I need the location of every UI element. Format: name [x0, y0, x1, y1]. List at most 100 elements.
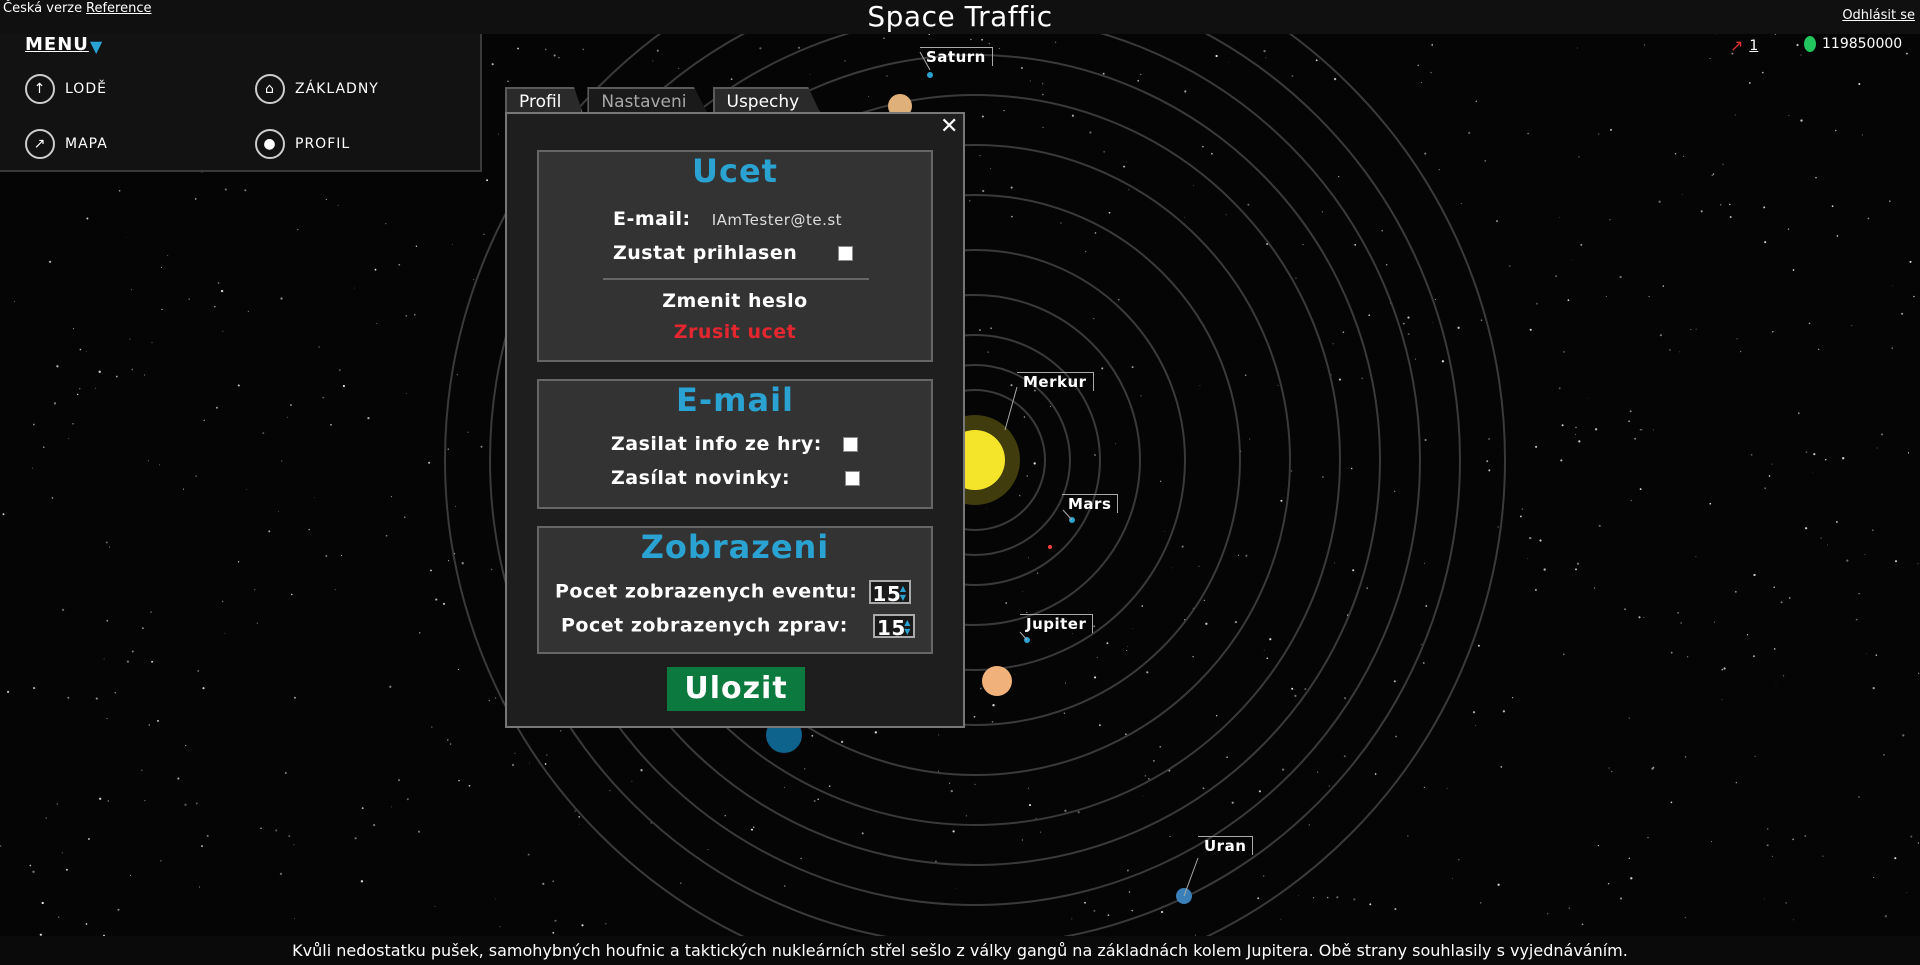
star: [844, 60, 846, 62]
stay-logged-checkbox[interactable]: [838, 246, 854, 261]
star: [1027, 787, 1029, 789]
star: [1558, 387, 1561, 390]
delete-account-link[interactable]: Zrusit ucet: [539, 321, 931, 343]
star: [1350, 467, 1353, 470]
messages-count-input[interactable]: 15 ▲ ▼: [872, 614, 915, 640]
change-password-link[interactable]: Zmenit heslo: [539, 290, 931, 312]
tab-nastaveni[interactable]: Nastaveni: [587, 87, 709, 115]
star: [1563, 653, 1565, 655]
planet-label-merkur[interactable]: Merkur: [1017, 372, 1094, 391]
star: [1782, 675, 1785, 677]
star: [1089, 131, 1092, 134]
star: [48, 260, 52, 263]
star: [1563, 351, 1565, 353]
star: [1495, 220, 1499, 223]
star: [1883, 754, 1885, 756]
star: [1010, 215, 1013, 218]
star: [1653, 429, 1654, 431]
star: [1598, 524, 1601, 528]
ship-marker: [927, 72, 933, 78]
star: [868, 95, 870, 97]
star: [1497, 883, 1500, 886]
star: [1683, 155, 1684, 157]
star: [188, 298, 190, 300]
planet-label-uran[interactable]: Uran: [1198, 836, 1254, 855]
star: [367, 416, 370, 420]
star: [222, 330, 224, 332]
star: [1684, 756, 1687, 758]
tab-profil[interactable]: Profil: [505, 87, 584, 115]
star: [457, 668, 459, 671]
star: [1889, 200, 1891, 202]
star: [291, 593, 293, 596]
reference-link[interactable]: Reference: [86, 1, 151, 16]
star: [468, 784, 471, 787]
star: [1709, 57, 1711, 60]
menu-item-mapa[interactable]: ↗ MAPA: [25, 129, 108, 159]
events-count-input[interactable]: 15 ▲ ▼: [868, 580, 911, 606]
spinner-arrows-icon[interactable]: ▲ ▼: [900, 584, 907, 602]
chevron-down-icon[interactable]: ▼: [90, 37, 102, 56]
star: [389, 685, 392, 688]
menu-item-zakladny[interactable]: ⌂ ZÁKLADNY: [255, 74, 379, 104]
star: [1674, 152, 1677, 155]
star: [141, 769, 143, 771]
star: [1385, 263, 1388, 266]
star: [1458, 859, 1460, 861]
star: [527, 853, 530, 856]
star: [1913, 295, 1915, 298]
star: [142, 627, 144, 630]
star: [1607, 882, 1610, 885]
planet-jupiter: [982, 666, 1012, 696]
star: [103, 658, 105, 660]
star: [1280, 499, 1283, 502]
planet-label-saturn[interactable]: Saturn: [920, 47, 993, 66]
star: [288, 835, 291, 837]
star: [1711, 841, 1712, 843]
star: [973, 715, 976, 718]
star: [1712, 173, 1715, 175]
star: [1836, 235, 1839, 237]
rocket-icon: ↗: [1730, 36, 1744, 55]
menu-item-lode[interactable]: ↑ LODĚ: [25, 74, 107, 104]
star: [1332, 343, 1334, 345]
star: [1884, 915, 1887, 918]
planet-label-mars[interactable]: Mars: [1062, 494, 1119, 513]
ships-stat[interactable]: ↗ 1: [1730, 36, 1758, 55]
logout-link[interactable]: Odhlásit se: [1842, 8, 1915, 23]
send-info-checkbox[interactable]: [843, 437, 858, 452]
star: [1169, 836, 1171, 838]
star: [1281, 768, 1285, 771]
star: [1374, 773, 1377, 775]
menu-item-profil[interactable]: ● PROFIL: [255, 129, 350, 159]
star: [161, 308, 163, 310]
star: [414, 314, 416, 316]
star: [1021, 839, 1024, 841]
star: [1142, 795, 1143, 797]
spinner-arrows-icon[interactable]: ▲ ▼: [904, 618, 911, 636]
star: [514, 752, 516, 754]
star: [1020, 66, 1023, 70]
menu-toggle[interactable]: MENU: [25, 34, 89, 55]
star: [1036, 572, 1039, 574]
star: [1658, 200, 1661, 203]
czech-version-link[interactable]: Česká verze: [3, 1, 82, 16]
star: [499, 926, 501, 928]
star: [1509, 265, 1511, 267]
star: [1872, 686, 1875, 690]
star: [419, 632, 421, 634]
send-info-row: Zasilat info ze hry:: [539, 433, 1003, 455]
star: [1302, 244, 1304, 246]
planet-label-jupiter[interactable]: Jupiter: [1020, 614, 1094, 633]
send-news-checkbox[interactable]: [845, 471, 861, 486]
email-row: E-mail: IAmTester@te.st: [539, 208, 1005, 230]
star: [144, 800, 146, 802]
tab-uspechy[interactable]: Uspechy: [712, 87, 822, 115]
star: [1234, 620, 1238, 624]
star: [544, 763, 547, 765]
star: [1851, 325, 1853, 327]
star: [1561, 424, 1564, 427]
star: [1093, 909, 1096, 912]
save-button[interactable]: Ulozit: [667, 667, 805, 711]
close-icon[interactable]: ✕: [940, 114, 958, 139]
